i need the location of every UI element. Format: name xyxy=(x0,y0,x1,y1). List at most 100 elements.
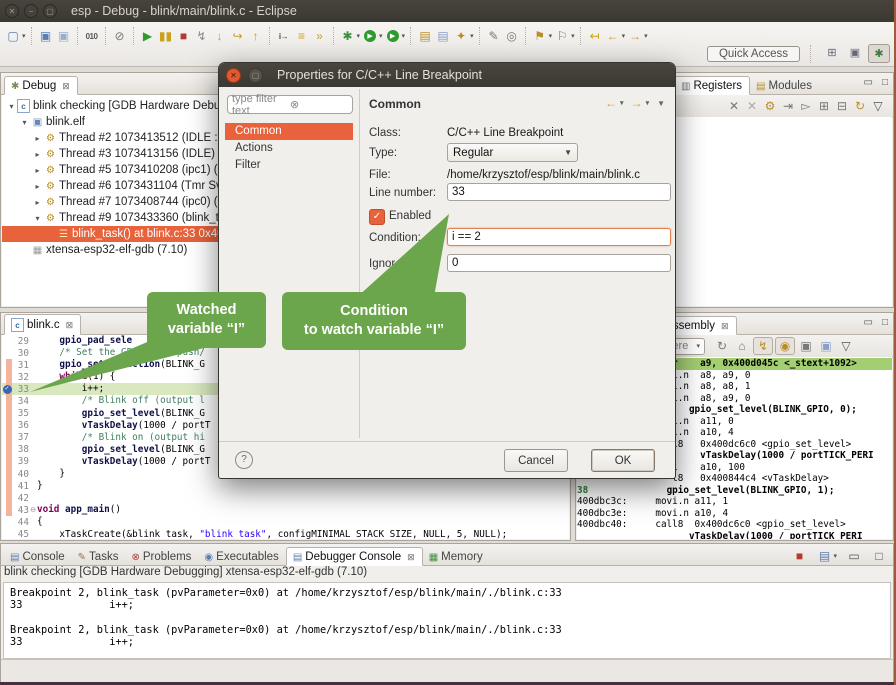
tab-executables[interactable]: ◉Executables xyxy=(198,548,285,565)
save-all-button[interactable]: ▣ xyxy=(55,28,73,44)
condition-input[interactable] xyxy=(447,228,671,246)
ok-button[interactable]: OK xyxy=(591,449,655,472)
window-maximize-icon[interactable]: ▢ xyxy=(43,4,57,18)
tab-memory[interactable]: ▦Memory xyxy=(423,548,490,565)
quick-access-button[interactable]: Quick Access xyxy=(707,46,800,62)
tab-debug[interactable]: ✱ Debug ⊠ xyxy=(4,76,78,95)
filter-input[interactable]: type filter text ⊗ xyxy=(227,95,353,114)
resume-at-line-button[interactable]: » xyxy=(311,28,329,44)
breakpoint-icon[interactable]: ✓ xyxy=(3,385,12,394)
help-icon[interactable]: ? xyxy=(235,451,253,469)
save-button[interactable]: ▣ xyxy=(37,28,55,44)
maximize-view-button[interactable]: □ xyxy=(870,548,888,564)
next-annotation-dropdown-icon[interactable]: ▾ xyxy=(549,32,553,40)
refresh-button[interactable]: ↻ xyxy=(851,98,869,114)
dialog-nav-common[interactable]: Common xyxy=(225,123,353,140)
expander-icon[interactable]: ▾ xyxy=(32,214,43,223)
open-element-button[interactable]: ▤ xyxy=(434,28,452,44)
minimize-view-icon[interactable]: ▭ xyxy=(864,317,873,328)
select-pointer-button[interactable]: ▻ xyxy=(797,98,815,114)
search-button[interactable]: ✦▾ xyxy=(452,28,475,44)
register-groups-button[interactable]: ⚙ xyxy=(761,98,779,114)
step-into-button[interactable]: ↓ xyxy=(211,28,229,44)
display-selected-console-button[interactable]: ▤▾ xyxy=(815,548,838,564)
new-wizard-dropdown-icon[interactable]: ▾ xyxy=(22,32,26,40)
pin-view-button[interactable]: ▣ xyxy=(817,338,835,354)
debug-perspective-button[interactable]: ✱ xyxy=(868,44,890,63)
breakpoint-gutter[interactable]: ✓ xyxy=(2,385,12,394)
view-menu-button[interactable]: ▽ xyxy=(869,98,887,114)
last-edit-location-button[interactable]: ↤ xyxy=(586,28,604,44)
fold-icon[interactable]: ⊖ xyxy=(29,506,37,514)
move-to-line-button[interactable]: ≡ xyxy=(293,28,311,44)
expander-icon[interactable]: ▸ xyxy=(32,198,43,207)
debug-button[interactable]: ✱▾ xyxy=(339,28,362,44)
close-tab-icon[interactable]: ⊠ xyxy=(407,552,415,563)
close-tab-icon[interactable]: ⊠ xyxy=(62,81,70,92)
sync-with-source-button[interactable]: ↯ xyxy=(753,337,773,355)
previous-annotation-dropdown-icon[interactable]: ▾ xyxy=(571,32,575,40)
ignore-count-input[interactable] xyxy=(447,254,671,272)
disconnect-button[interactable]: ↯ xyxy=(193,28,211,44)
open-perspective-button[interactable]: ⊞ xyxy=(822,44,842,61)
back-icon[interactable]: ← xyxy=(605,96,617,110)
type-select[interactable]: Regular ▼ xyxy=(447,143,578,162)
back-dropdown-icon[interactable]: ▾ xyxy=(622,32,626,40)
skip-all-breakpoints-button[interactable]: ⊘ xyxy=(111,28,129,44)
remove-selected-button[interactable]: ✕ xyxy=(725,98,743,114)
tab-tasks[interactable]: ✎Tasks xyxy=(72,548,126,565)
build-binary-button[interactable]: 010 xyxy=(83,31,101,42)
run-dropdown-icon[interactable]: ▾ xyxy=(379,32,383,40)
track-expression-button[interactable]: ◉ xyxy=(775,337,795,355)
chevron-down-icon[interactable]: ▾ xyxy=(696,342,700,350)
forward-button[interactable]: →▾ xyxy=(626,28,649,44)
tab-blink-c[interactable]: c blink.c ⊠ xyxy=(4,314,81,335)
back-button[interactable]: ←▾ xyxy=(604,28,627,44)
clear-filter-icon[interactable]: ⊗ xyxy=(290,98,348,111)
refresh-view-button[interactable]: ↻ xyxy=(713,338,731,354)
close-tab-icon[interactable]: ⊠ xyxy=(721,321,729,332)
tab-registers[interactable]: ▥ Registers xyxy=(674,76,750,95)
next-annotation-button[interactable]: ⚑▾ xyxy=(531,28,554,44)
collapse-all-button[interactable]: ⊟ xyxy=(833,98,851,114)
remove-all-button[interactable]: ✕ xyxy=(743,98,761,114)
new-wizard-button[interactable]: ▢▾ xyxy=(4,28,27,44)
console-output[interactable]: Breakpoint 2, blink_task (pvParameter=0x… xyxy=(3,582,891,659)
forward-icon[interactable]: → xyxy=(631,96,643,110)
show-details-button[interactable]: ⇥ xyxy=(779,98,797,114)
maximize-view-icon[interactable]: □ xyxy=(882,317,888,328)
expander-icon[interactable]: ▾ xyxy=(19,118,30,127)
instruction-stepping-button[interactable]: i→ xyxy=(275,31,293,42)
expander-icon[interactable]: ▸ xyxy=(32,134,43,143)
dialog-close-icon[interactable]: ✕ xyxy=(226,68,241,83)
terminate-console-button[interactable]: ■ xyxy=(790,548,808,564)
mark-occurrences-button[interactable]: ✎ xyxy=(485,28,503,44)
expander-icon[interactable]: ▸ xyxy=(32,182,43,191)
terminate-button[interactable]: ■ xyxy=(175,28,193,44)
minimize-view-button[interactable]: ▭ xyxy=(845,548,863,564)
external-tools-dropdown-icon[interactable]: ▾ xyxy=(402,32,406,40)
dialog-maximize-icon[interactable]: ▢ xyxy=(248,68,263,83)
suspend-button[interactable]: ▮▮ xyxy=(157,28,175,44)
debug-dropdown-icon[interactable]: ▾ xyxy=(357,32,361,40)
maximize-view-icon[interactable]: □ xyxy=(882,77,888,88)
search-dropdown-icon[interactable]: ▾ xyxy=(470,32,474,40)
step-over-button[interactable]: ↪ xyxy=(229,28,247,44)
window-minimize-icon[interactable]: − xyxy=(24,4,38,18)
forward-dropdown-icon[interactable]: ▾ xyxy=(644,32,648,40)
tab-debugger-console[interactable]: ▤Debugger Console⊠ xyxy=(286,547,423,566)
expand-all-button[interactable]: ⊞ xyxy=(815,98,833,114)
dialog-nav-actions[interactable]: Actions xyxy=(225,140,353,157)
minimize-view-icon[interactable]: ▭ xyxy=(864,77,873,88)
tab-problems[interactable]: ⊗Problems xyxy=(125,548,198,565)
previous-annotation-button[interactable]: ⚐▾ xyxy=(553,28,576,44)
home-button[interactable]: ⌂ xyxy=(733,338,751,354)
expander-icon[interactable]: ▾ xyxy=(6,102,17,111)
expander-icon[interactable]: ▸ xyxy=(32,166,43,175)
new-c-project-button[interactable]: ▤ xyxy=(416,28,434,44)
cpp-perspective-button[interactable]: ▣ xyxy=(845,44,865,61)
cancel-button[interactable]: Cancel xyxy=(504,449,568,472)
tab-modules[interactable]: ▤ Modules xyxy=(750,77,819,94)
enabled-checkbox[interactable]: ✓ xyxy=(369,209,385,225)
window-close-icon[interactable]: ✕ xyxy=(5,4,19,18)
